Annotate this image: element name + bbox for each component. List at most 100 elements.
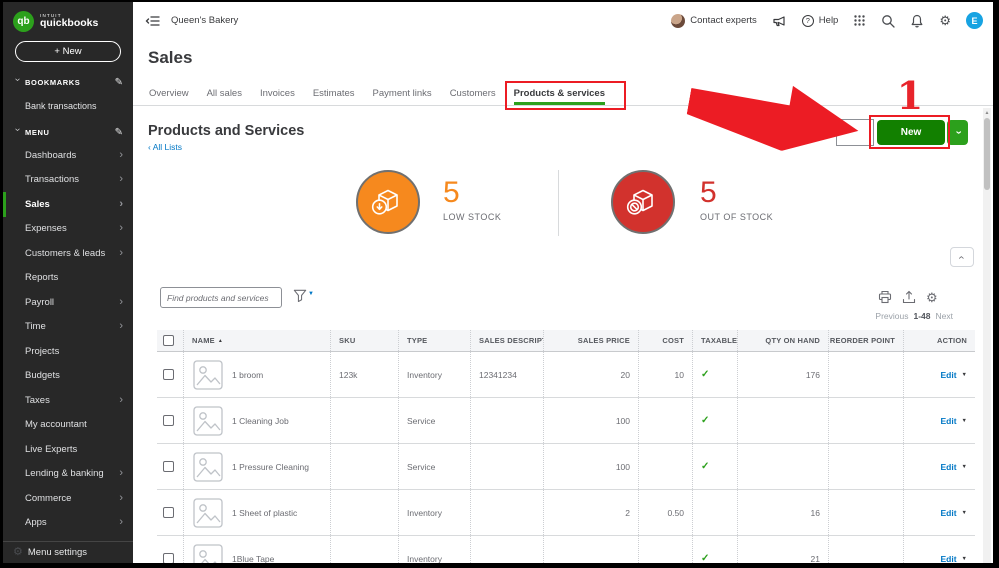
row-checkbox[interactable] xyxy=(163,507,174,518)
low-stock-icon[interactable] xyxy=(356,170,420,234)
menu-settings-label: Menu settings xyxy=(27,547,88,558)
sidebar-item-time[interactable]: Time › xyxy=(3,315,133,340)
sidebar-item-commerce[interactable]: Commerce › xyxy=(3,486,133,511)
taxable-check-icon: ✓ xyxy=(701,415,710,426)
collapse-nav-icon[interactable] xyxy=(145,14,161,28)
low-stock-count[interactable]: 5 xyxy=(443,178,460,208)
sidebar-item-budgets[interactable]: Budgets xyxy=(3,364,133,389)
tab-payment-links[interactable]: Payment links xyxy=(373,88,432,105)
row-checkbox[interactable] xyxy=(163,369,174,380)
sidebar-item-projects[interactable]: Projects xyxy=(3,339,133,364)
column-header-reorder-point[interactable]: REORDER POINT xyxy=(828,330,903,351)
edit-link[interactable]: Edit xyxy=(940,462,956,472)
name-cell[interactable]: 1 broom xyxy=(183,352,330,397)
pagination-next[interactable]: Next xyxy=(936,311,953,321)
all-lists-link[interactable]: ‹ All Lists xyxy=(148,142,182,152)
product-name[interactable]: 1Blue Tape xyxy=(232,554,274,564)
column-header-action[interactable]: ACTION xyxy=(903,330,975,351)
tab-products-services[interactable]: Products & services xyxy=(513,88,605,105)
apps-grid-icon[interactable] xyxy=(853,14,866,27)
row-checkbox[interactable] xyxy=(163,553,174,563)
product-name[interactable]: 1 broom xyxy=(232,370,263,380)
sidebar-item-expenses[interactable]: Expenses › xyxy=(3,217,133,242)
sidebar-item-reports[interactable]: Reports xyxy=(3,266,133,291)
search-input[interactable] xyxy=(160,287,282,308)
scrollbar-thumb[interactable] xyxy=(984,118,990,190)
edit-link[interactable]: Edit xyxy=(940,370,956,380)
search-icon[interactable] xyxy=(881,14,895,28)
chevron-right-icon: › xyxy=(119,320,123,333)
sidebar-item-live-experts[interactable]: Live Experts xyxy=(3,437,133,462)
collapse-widgets-button[interactable]: › xyxy=(950,247,974,267)
out-of-stock-icon[interactable] xyxy=(611,170,675,234)
row-checkbox[interactable] xyxy=(163,415,174,426)
tab-customers[interactable]: Customers xyxy=(450,88,496,105)
edit-dropdown-icon[interactable]: ▼ xyxy=(962,372,967,378)
edit-dropdown-icon[interactable]: ▼ xyxy=(962,418,967,424)
pagination-previous[interactable]: Previous xyxy=(875,311,908,321)
scroll-up-icon[interactable]: ▲ xyxy=(983,108,991,117)
table-settings-gear-icon[interactable]: ⚙ xyxy=(926,291,938,304)
tab-all-sales[interactable]: All sales xyxy=(207,88,242,105)
contact-experts-button[interactable]: Contact experts xyxy=(671,13,757,28)
vertical-scrollbar[interactable]: ▲ ▼ xyxy=(983,108,991,563)
obscured-toolbar-field[interactable] xyxy=(836,119,874,146)
menu-section-header[interactable]: › MENU ✎ xyxy=(3,126,133,138)
name-cell[interactable]: 1 Pressure Cleaning xyxy=(183,444,330,489)
edit-link[interactable]: Edit xyxy=(940,508,956,518)
menu-settings-button[interactable]: ⚙ Menu settings xyxy=(3,541,133,563)
help-button[interactable]: ? Help xyxy=(801,14,838,27)
filter-button[interactable]: ▼ xyxy=(293,289,314,303)
edit-link[interactable]: Edit xyxy=(940,416,956,426)
edit-dropdown-icon[interactable]: ▼ xyxy=(962,510,967,516)
bookmarks-section-header[interactable]: › BOOKMARKS ✎ xyxy=(3,76,133,88)
column-header-name[interactable]: NAME ▲ xyxy=(183,330,330,351)
tab-overview[interactable]: Overview xyxy=(149,88,189,105)
sidebar-item-label: My accountant xyxy=(25,419,87,431)
name-cell[interactable]: 1 Cleaning Job xyxy=(183,398,330,443)
select-all-checkbox[interactable] xyxy=(163,335,174,346)
sidebar-item-lending-banking[interactable]: Lending & banking › xyxy=(3,462,133,487)
sidebar-item-bank-transactions[interactable]: Bank transactions xyxy=(3,99,133,112)
company-name[interactable]: Queen's Bakery xyxy=(171,15,238,26)
column-header-sku[interactable]: SKU xyxy=(330,330,398,351)
out-of-stock-count[interactable]: 5 xyxy=(700,178,717,208)
megaphone-icon[interactable] xyxy=(772,14,787,28)
sidebar-item-my-accountant[interactable]: My accountant xyxy=(3,413,133,438)
edit-dropdown-icon[interactable]: ▼ xyxy=(962,464,967,470)
column-header-type[interactable]: TYPE xyxy=(398,330,470,351)
column-header-qty-on-hand[interactable]: QTY ON HAND xyxy=(737,330,828,351)
name-cell[interactable]: 1Blue Tape xyxy=(183,536,330,563)
column-header-sales-description[interactable]: SALES DESCRIPTION xyxy=(470,330,543,351)
product-name[interactable]: 1 Cleaning Job xyxy=(232,416,289,426)
sidebar-item-transactions[interactable]: Transactions › xyxy=(3,168,133,193)
edit-dropdown-icon[interactable]: ▼ xyxy=(962,556,967,562)
new-product-button[interactable]: New xyxy=(877,120,945,145)
notifications-bell-icon[interactable] xyxy=(910,14,924,28)
sidebar-item-taxes[interactable]: Taxes › xyxy=(3,388,133,413)
edit-link[interactable]: Edit xyxy=(940,554,956,564)
column-header-sales-price[interactable]: SALES PRICE xyxy=(543,330,638,351)
sidebar-item-apps[interactable]: Apps › xyxy=(3,511,133,536)
tab-invoices[interactable]: Invoices xyxy=(260,88,295,105)
column-header-cost[interactable]: COST xyxy=(638,330,692,351)
sidebar-item-sales[interactable]: Sales › xyxy=(3,192,133,217)
new-button-dropdown[interactable]: › xyxy=(947,120,968,145)
tab-estimates[interactable]: Estimates xyxy=(313,88,355,105)
user-avatar[interactable]: E xyxy=(966,12,983,29)
sidebar-item-dashboards[interactable]: Dashboards › xyxy=(3,143,133,168)
sidebar-item-customers-leads[interactable]: Customers & leads › xyxy=(3,241,133,266)
edit-pencil-icon[interactable]: ✎ xyxy=(115,127,123,138)
column-header-taxable[interactable]: TAXABLE xyxy=(692,330,737,351)
sidebar-item-payroll[interactable]: Payroll › xyxy=(3,290,133,315)
edit-pencil-icon[interactable]: ✎ xyxy=(115,77,123,88)
product-name[interactable]: 1 Pressure Cleaning xyxy=(232,462,309,472)
name-cell[interactable]: 1 Sheet of plastic xyxy=(183,490,330,535)
product-name[interactable]: 1 Sheet of plastic xyxy=(232,508,297,518)
row-checkbox[interactable] xyxy=(163,461,174,472)
sidebar-new-button[interactable]: + New xyxy=(15,41,121,62)
qty-on-hand-cell: 176 xyxy=(737,352,828,397)
export-icon[interactable] xyxy=(902,290,916,304)
settings-gear-icon[interactable]: ⚙ xyxy=(939,14,951,27)
print-icon[interactable] xyxy=(878,290,892,304)
